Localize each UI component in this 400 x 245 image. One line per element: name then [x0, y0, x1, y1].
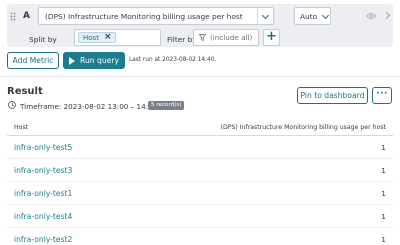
remove-chip-x-icon[interactable]: × — [104, 33, 112, 42]
split-by-label: Split by — [29, 35, 57, 44]
last-run-text: Last run at 2023-08-02 14:40. — [129, 57, 217, 63]
host-link[interactable]: infra-only-test3 — [14, 166, 72, 175]
metric-select[interactable]: (DPS) Infrastructure Monitoring billing … — [38, 7, 274, 25]
usage-value: 1 — [381, 143, 386, 152]
add-metric-button[interactable]: Add Metric — [7, 52, 59, 69]
records-badge: 5 record(s) — [148, 101, 185, 110]
table-row: infra-only-test3 1 — [7, 159, 393, 182]
usage-value: 1 — [381, 189, 386, 198]
column-header-usage[interactable]: (DPS) Infrastructure Monitoring billing … — [221, 124, 386, 131]
run-query-label: Run query — [80, 56, 119, 65]
chevron-right-icon[interactable] — [384, 13, 390, 19]
table-row: infra-only-test2 1 — [7, 228, 393, 245]
split-by-chip: Host × — [78, 32, 116, 43]
timeframe-text: Timeframe: 2023-08-02 13:00 – 14:00 — [20, 102, 158, 111]
chevron-down-icon — [321, 12, 330, 21]
divider — [0, 76, 400, 77]
host-link[interactable]: infra-only-test2 — [14, 235, 72, 244]
split-by-chip-label: Host — [83, 33, 99, 42]
clock-icon — [8, 101, 16, 109]
query-panel: A (DPS) Infrastructure Monitoring billin… — [7, 4, 393, 47]
usage-value: 1 — [381, 166, 386, 175]
funnel-icon — [199, 34, 206, 41]
filter-by-placeholder: (include all) — [210, 33, 253, 42]
table-row: infra-only-test5 1 — [7, 136, 393, 159]
filter-by-field[interactable]: (include all) — [193, 29, 259, 46]
add-filter-button[interactable]: + — [263, 29, 280, 46]
run-query-button[interactable]: Run query — [63, 52, 125, 69]
series-letter: A — [23, 11, 30, 21]
host-link[interactable]: infra-only-test1 — [14, 189, 72, 198]
host-link[interactable]: infra-only-test5 — [14, 143, 72, 152]
aggregation-select[interactable]: Auto — [294, 7, 331, 25]
table-row: infra-only-test4 1 — [7, 205, 393, 228]
aggregation-value: Auto — [300, 11, 318, 21]
split-by-field[interactable]: Host × — [74, 29, 161, 46]
metric-dropdown-toggle[interactable] — [257, 8, 273, 24]
table-row: infra-only-test1 1 — [7, 182, 393, 205]
usage-value: 1 — [381, 212, 386, 221]
visibility-eye-icon[interactable] — [366, 12, 376, 20]
drag-handle-icon[interactable] — [10, 12, 16, 22]
column-header-host[interactable]: Host — [14, 124, 28, 131]
metric-select-value: (DPS) Infrastructure Monitoring billing … — [45, 11, 243, 21]
play-icon — [69, 56, 76, 65]
result-title: Result — [7, 86, 43, 97]
usage-value: 1 — [381, 235, 386, 244]
host-link[interactable]: infra-only-test4 — [14, 212, 72, 221]
more-options-button[interactable]: ··· — [372, 87, 392, 104]
chevron-down-icon — [261, 12, 270, 21]
pin-to-dashboard-button[interactable]: Pin to dashboard — [297, 87, 368, 104]
